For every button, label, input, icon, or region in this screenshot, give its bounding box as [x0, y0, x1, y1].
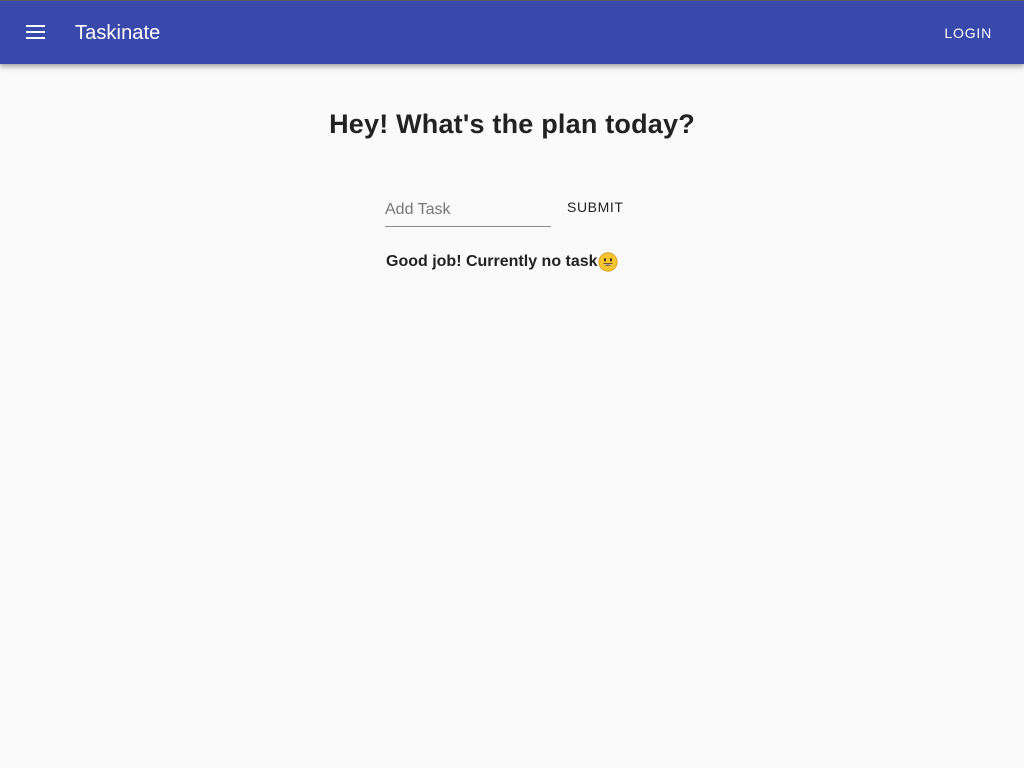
- app-bar: Taskinate LOGIN: [0, 0, 1024, 64]
- add-task-form: SUBMIT: [385, 194, 645, 234]
- login-button[interactable]: LOGIN: [934, 18, 1002, 48]
- smiley-face-icon: [597, 252, 618, 272]
- menu-button[interactable]: [14, 11, 56, 53]
- add-task-input[interactable]: [385, 194, 551, 227]
- empty-task-message-text: Good job! Currently no task: [386, 253, 598, 270]
- hamburger-menu-icon: [25, 25, 45, 39]
- empty-task-message: Good job! Currently no task: [386, 251, 618, 273]
- submit-button[interactable]: SUBMIT: [559, 194, 632, 220]
- app-title: Taskinate: [75, 22, 161, 44]
- page-headline: Hey! What's the plan today?: [329, 109, 695, 139]
